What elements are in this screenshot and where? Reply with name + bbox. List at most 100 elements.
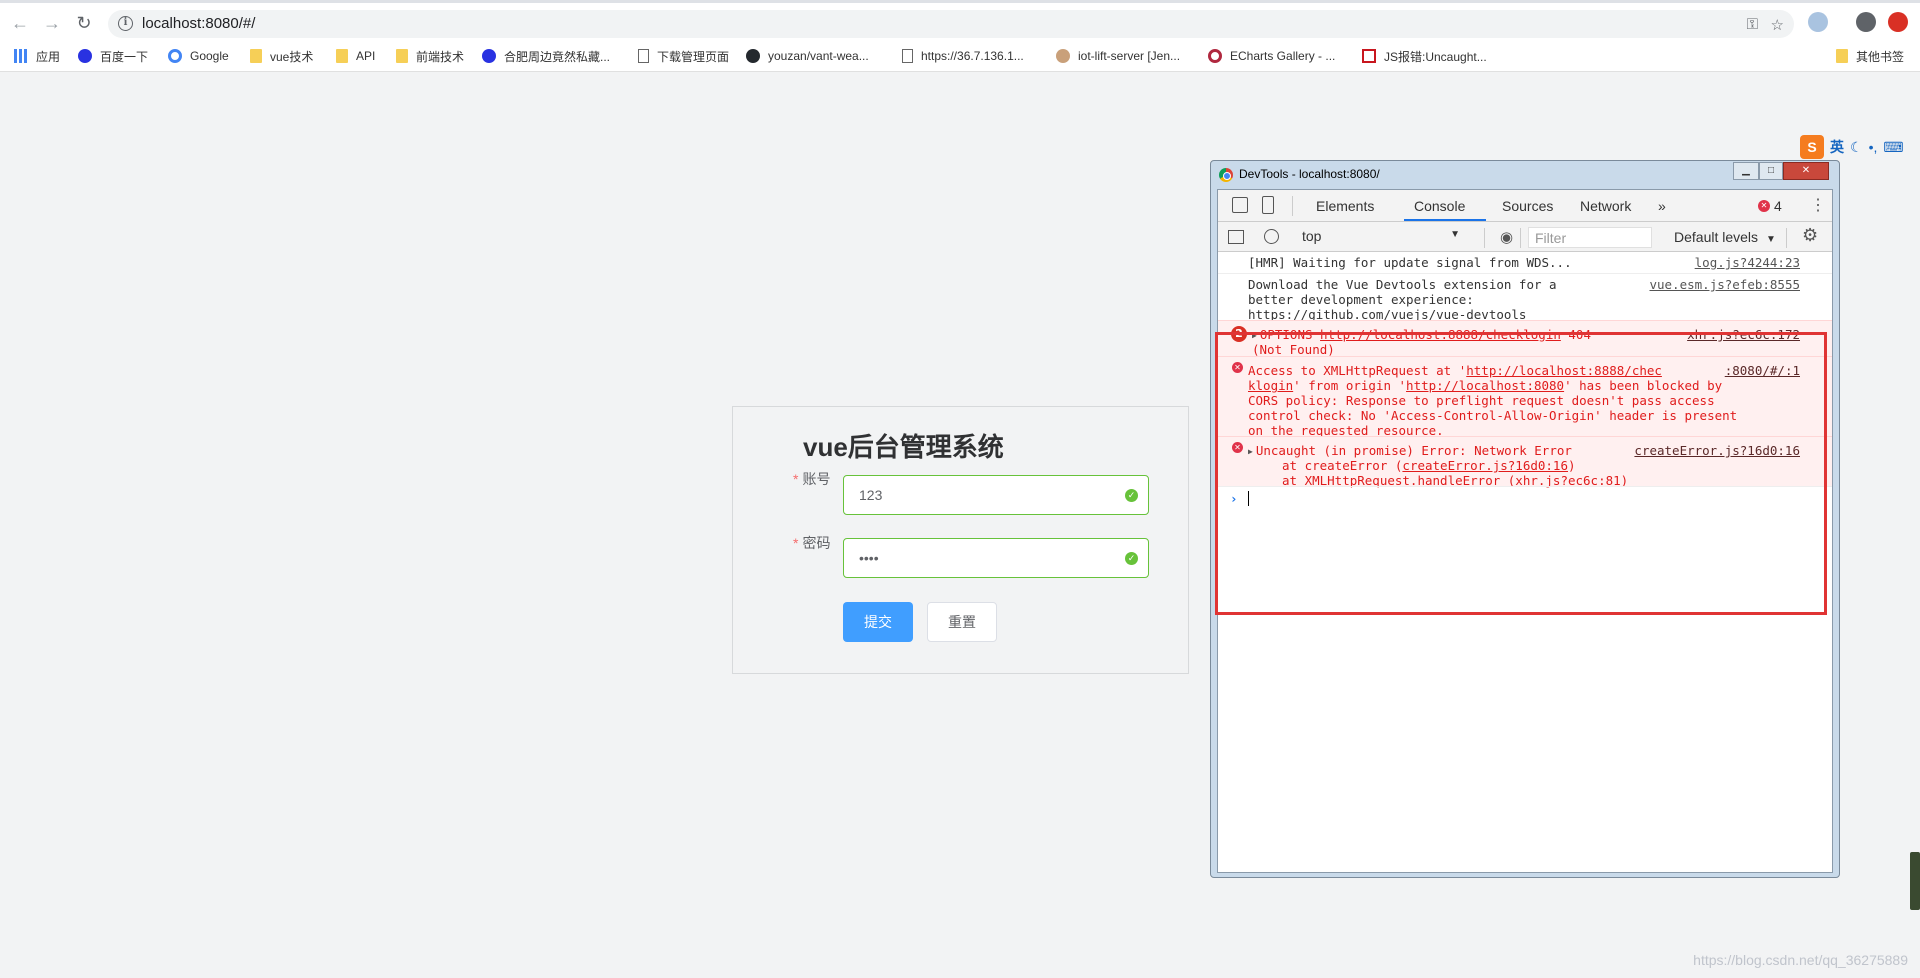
bookmark-label: vue技术	[270, 49, 314, 64]
bookmark-echarts[interactable]: ECharts Gallery - ...	[1208, 47, 1335, 65]
bookmark-star-icon[interactable]: ☆	[1771, 16, 1784, 34]
bookmark-label: JS报错:Uncaught...	[1384, 49, 1487, 64]
error-badge-icon[interactable]: ✕	[1758, 200, 1770, 212]
punctuation-icon[interactable]: •,	[1869, 139, 1878, 155]
dropdown-arrow-icon: ▼	[1765, 234, 1776, 245]
divider	[1520, 228, 1521, 248]
message-source-link[interactable]: vue.esm.js?efeb:8555	[1649, 277, 1800, 292]
bookmark-label: iot-lift-server [Jen...	[1078, 49, 1181, 63]
bookmark-vant[interactable]: youzan/vant-wea...	[746, 47, 869, 65]
filter-input[interactable]: Filter	[1528, 227, 1652, 248]
kebab-menu-icon[interactable]: ⋮	[1810, 196, 1826, 216]
extension-icon[interactable]	[1808, 12, 1828, 32]
check-circle-icon: ✓	[1125, 489, 1138, 502]
forward-arrow-icon[interactable]: →	[40, 11, 64, 35]
levels-dropdown[interactable]: Default levels ▼	[1674, 229, 1776, 245]
watermark: https://blog.csdn.net/qq_36275889	[1693, 952, 1908, 968]
account-label-text: 账号	[802, 471, 831, 487]
echarts-icon	[1208, 49, 1222, 63]
maximize-icon[interactable]: □	[1759, 162, 1783, 180]
devtools-title: DevTools - localhost:8080/	[1239, 167, 1380, 181]
message-text: [HMR] Waiting for update signal from WDS…	[1248, 255, 1572, 270]
tab-network[interactable]: Network	[1580, 198, 1631, 214]
tab-sources[interactable]: Sources	[1502, 198, 1553, 214]
bookmark-label: 其他书签	[1856, 49, 1905, 64]
bookmark-other[interactable]: 其他书签	[1836, 47, 1904, 65]
sidebar-toggle-icon[interactable]	[1228, 230, 1244, 244]
bookmark-ip[interactable]: https://36.7.136.1...	[902, 47, 1024, 65]
ime-toolbar[interactable]: S 英 ☾ •, ⌨	[1800, 134, 1904, 160]
password-input-value[interactable]: ••••	[859, 550, 879, 566]
moon-icon[interactable]: ☾	[1850, 139, 1863, 156]
bookmark-frontend[interactable]: 前端技术	[396, 47, 464, 65]
update-alert-icon[interactable]	[1888, 12, 1908, 32]
url-text[interactable]: localhost:8080/#/	[142, 15, 255, 32]
folder-icon	[250, 49, 262, 63]
message-source-link[interactable]: log.js?4244:23	[1695, 255, 1800, 270]
eye-icon[interactable]: ◉	[1500, 228, 1513, 246]
active-tab-indicator	[1404, 219, 1486, 221]
tab-console[interactable]: Console	[1414, 198, 1465, 214]
side-widget[interactable]	[1910, 852, 1920, 910]
browser-toolbar: ← → ↻ i localhost:8080/#/ ⚿ ☆	[0, 0, 1920, 40]
folder-icon	[1836, 49, 1848, 63]
bookmark-apps[interactable]: 应用	[14, 47, 60, 65]
console-toolbar: top ▼ ◉ Filter Default levels ▼ ⚙	[1218, 222, 1832, 252]
password-input[interactable]: •••• ✓	[843, 538, 1149, 578]
check-circle-icon: ✓	[1125, 552, 1138, 565]
account-input-value[interactable]: 123	[859, 487, 882, 503]
back-arrow-icon[interactable]: ←	[8, 11, 32, 35]
bookmark-label: Google	[190, 49, 229, 63]
bookmark-download[interactable]: 下载管理页面	[638, 47, 729, 65]
ime-lang[interactable]: 英	[1830, 137, 1844, 157]
jenkins-icon	[1056, 49, 1070, 63]
profile-avatar-icon[interactable]	[1856, 12, 1876, 32]
console-message-vue-devtools: Download the Vue Devtools extension for …	[1218, 274, 1832, 322]
dropdown-arrow-icon: ▼	[1450, 229, 1460, 240]
settings-gear-icon[interactable]: ⚙	[1802, 225, 1818, 246]
account-label: * 账号	[793, 469, 830, 489]
bookmark-label: API	[356, 49, 376, 63]
reload-icon[interactable]: ↻	[72, 11, 96, 35]
close-icon[interactable]: ✕	[1783, 162, 1829, 180]
bookmark-vue[interactable]: vue技术	[250, 47, 313, 65]
baidu-icon	[78, 49, 92, 63]
sogou-logo-icon: S	[1800, 135, 1824, 159]
bookmark-hefei[interactable]: 合肥周边竟然私藏...	[482, 47, 610, 65]
bookmark-google[interactable]: Google	[168, 47, 229, 65]
devtools-tab-bar: Elements Console Sources Network » ✕ 4 ⋮	[1218, 190, 1832, 222]
tab-elements[interactable]: Elements	[1316, 198, 1374, 214]
keyboard-icon[interactable]: ⌨	[1883, 139, 1903, 156]
apps-grid-icon	[14, 49, 28, 63]
levels-label[interactable]: Default levels	[1674, 229, 1758, 245]
address-bar[interactable]: i localhost:8080/#/ ⚿ ☆	[108, 10, 1794, 38]
context-value[interactable]: top	[1302, 228, 1321, 244]
submit-button[interactable]: 提交	[843, 602, 913, 642]
more-tabs-icon[interactable]: »	[1658, 198, 1666, 214]
page-icon	[902, 49, 913, 63]
bookmark-csdn[interactable]: JS报错:Uncaught...	[1362, 47, 1487, 65]
github-icon	[746, 49, 760, 63]
key-icon[interactable]: ⚿	[1747, 16, 1758, 33]
csdn-icon	[1362, 49, 1376, 63]
account-input[interactable]: 123 ✓	[843, 475, 1149, 515]
bookmark-jenkins[interactable]: iot-lift-server [Jen...	[1056, 47, 1180, 65]
minimize-icon[interactable]: ▁	[1733, 162, 1759, 180]
site-info-icon[interactable]: i	[118, 16, 133, 31]
reset-button[interactable]: 重置	[927, 602, 997, 642]
device-toolbar-icon[interactable]	[1262, 196, 1274, 214]
context-select[interactable]: top ▼	[1302, 228, 1472, 244]
bookmark-baidu[interactable]: 百度一下	[78, 47, 148, 65]
devtools-titlebar[interactable]: DevTools - localhost:8080/ ▁ □ ✕	[1211, 161, 1839, 189]
inspect-element-icon[interactable]	[1232, 197, 1248, 213]
clear-console-icon[interactable]	[1264, 229, 1279, 244]
message-text: better development experience:	[1248, 292, 1474, 307]
bookmark-api[interactable]: API	[336, 47, 375, 65]
error-highlight-box	[1215, 332, 1827, 615]
chrome-logo-icon	[1219, 168, 1233, 182]
bookmark-label: youzan/vant-wea...	[768, 49, 869, 63]
bookmark-label: ECharts Gallery - ...	[1230, 49, 1336, 63]
error-count[interactable]: 4	[1774, 198, 1782, 214]
bookmark-label: 百度一下	[100, 49, 149, 64]
bookmark-label: 前端技术	[416, 49, 465, 64]
